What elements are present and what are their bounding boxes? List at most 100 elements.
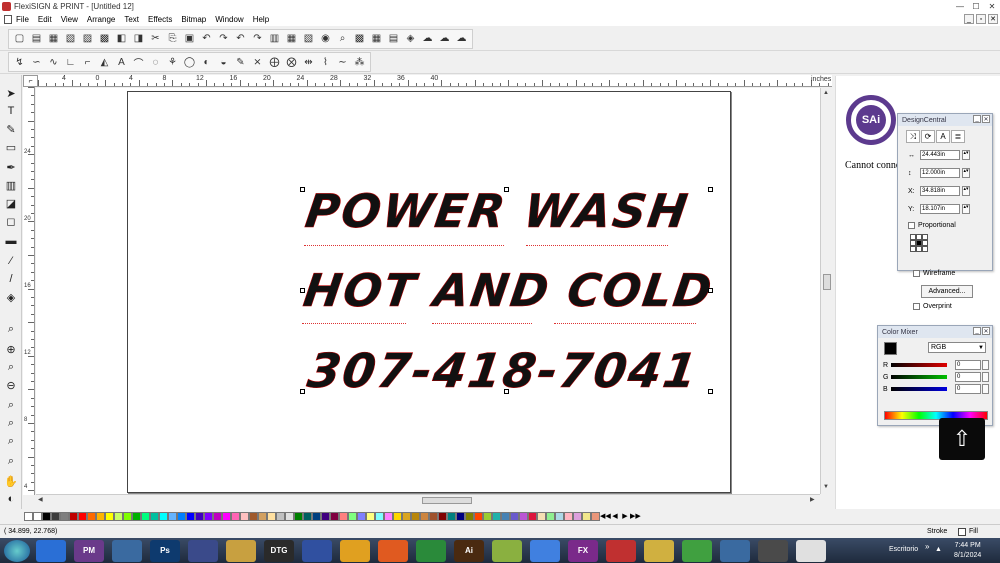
eyedropper-tool-icon[interactable]: ⁄ [3,253,19,269]
ungroup-icon[interactable]: ▧ [300,30,317,47]
design-central-titlebar[interactable]: DesignCentral _ ✕ [898,114,992,126]
scroll-right-icon[interactable]: ▶ [810,496,815,503]
palette-swatch[interactable] [168,511,177,521]
palette-swatch[interactable] [51,511,60,521]
y-field[interactable]: 18.107in [920,204,960,214]
wave-icon[interactable]: ∿ [45,54,62,71]
taskbar-app-icon[interactable] [36,539,66,562]
blue-slider[interactable] [891,387,947,391]
palette-swatch[interactable] [60,511,69,521]
save-as-icon[interactable]: ▧ [62,30,79,47]
width-stepper[interactable]: ▴▾ [962,150,970,160]
tab-font-icon[interactable]: A [936,130,950,143]
export-icon[interactable]: ◧ [113,30,130,47]
wireframe-checkbox-box[interactable] [913,270,920,277]
palette-swatch[interactable] [123,511,132,521]
palette-swatch[interactable] [33,511,42,521]
selection-handle[interactable] [300,389,305,394]
palette-swatch[interactable] [267,511,276,521]
y-stepper[interactable]: ▴▾ [962,204,970,214]
taskbar-app-icon[interactable] [530,539,560,562]
palette-swatch[interactable] [501,511,510,521]
palette-swatch[interactable] [132,511,141,521]
paint-bucket-tool-icon[interactable]: ◈ [3,289,19,305]
arc-icon[interactable]: ⌒ [130,54,147,71]
taskbar-app-icon[interactable] [644,539,674,562]
vertical-scroll-thumb[interactable] [823,274,831,290]
vertical-scrollbar[interactable]: ▲ ▼ [820,88,832,494]
selection-handle[interactable] [300,288,305,293]
pen-icon[interactable]: ✎ [232,54,249,71]
open-icon[interactable]: ▤ [28,30,45,47]
zoom-all-icon[interactable]: ⌕ [3,433,19,449]
pattern-icon[interactable]: ⁂ [351,54,368,71]
sign-text-line-2[interactable]: HOT AND COLD [300,264,717,318]
palette-swatch[interactable] [321,511,330,521]
selection-handle[interactable] [708,389,713,394]
overprint-checkbox[interactable]: Overprint [913,303,952,310]
taskbar-app-icon[interactable] [758,539,788,562]
print-icon[interactable]: ▨ [79,30,96,47]
palette-swatch[interactable] [330,511,339,521]
palette-next-icon[interactable]: ▶ [620,512,630,520]
proportional-checkbox[interactable]: Proportional [908,222,956,229]
taskbar-app-icon[interactable]: Ps [150,539,180,562]
taskbar-app-icon[interactable]: PM [74,539,104,562]
fill-icon[interactable]: ◒ [215,54,232,71]
menu-effects[interactable]: Effects [148,15,172,24]
taskbar-app-icon[interactable] [112,539,142,562]
palette-swatch[interactable] [465,511,474,521]
palette-swatch[interactable] [483,511,492,521]
menu-bitmap[interactable]: Bitmap [181,15,206,24]
floating-home-button[interactable]: ⇧ [939,418,985,460]
wireframe-checkbox[interactable]: Wireframe [913,270,955,277]
palette-swatch[interactable] [555,511,564,521]
pen-tool-icon[interactable]: ✒ [3,159,19,175]
palette-swatch[interactable] [96,511,105,521]
zoom-actual-icon[interactable]: ⌕ [3,453,19,469]
palette-swatch[interactable] [204,511,213,521]
save-icon[interactable]: ▦ [45,30,62,47]
tab-object-icon[interactable]: ⤨ [906,130,920,143]
taskbar-app-icon[interactable]: Ai [454,539,484,562]
palette-swatch[interactable] [42,511,51,521]
palette-swatch[interactable] [339,511,348,521]
taskbar-app-icon[interactable] [606,539,636,562]
palette-swatch[interactable] [159,511,168,521]
reference-point-grid[interactable] [910,234,928,252]
red-stepper[interactable] [982,360,989,370]
red-field[interactable]: 0 [955,360,981,370]
proportional-checkbox-box[interactable] [908,222,915,229]
rgb-icon[interactable]: ▦ [368,30,385,47]
taskbar-app-icon[interactable] [340,539,370,562]
cut-icon[interactable]: ✂ [147,30,164,47]
palette-swatch[interactable] [402,511,411,521]
height-stepper[interactable]: ▴▾ [962,168,970,178]
taskbar-app-icon[interactable] [226,539,256,562]
import-icon[interactable]: ▩ [96,30,113,47]
rainbow-icon[interactable]: ◈ [402,30,419,47]
palette-swatch[interactable] [384,511,393,521]
palette-swatch[interactable] [150,511,159,521]
line-icon[interactable]: ∟ [62,54,79,71]
selection-handle[interactable] [708,187,713,192]
knife-tool-icon[interactable]: ◪ [3,195,19,211]
palette-swatch[interactable] [375,511,384,521]
palette-swatch[interactable] [582,511,591,521]
x-stepper[interactable]: ▴▾ [962,186,970,196]
green-field[interactable]: 0 [955,372,981,382]
selection-handle[interactable] [504,389,509,394]
node-edit-tool-icon[interactable]: ✎ [3,121,19,137]
width-field[interactable]: 24.443in [920,150,960,160]
palette-swatch[interactable] [78,511,87,521]
height-field[interactable]: 12.000in [920,168,960,178]
current-color-swatch[interactable] [884,342,897,355]
curve-icon[interactable]: ∽ [28,54,45,71]
merge-icon[interactable]: ⨁ [266,54,283,71]
palette-swatch[interactable] [195,511,204,521]
zoom-icon[interactable]: ⌕ [334,30,351,47]
break-icon[interactable]: ⨯ [249,54,266,71]
shadow-icon[interactable]: ◐ [198,54,215,71]
horizontal-ruler[interactable]: 4 0 4 8 12 16 20 24 28 32 36 40 [38,75,832,87]
palette-swatch[interactable] [348,511,357,521]
